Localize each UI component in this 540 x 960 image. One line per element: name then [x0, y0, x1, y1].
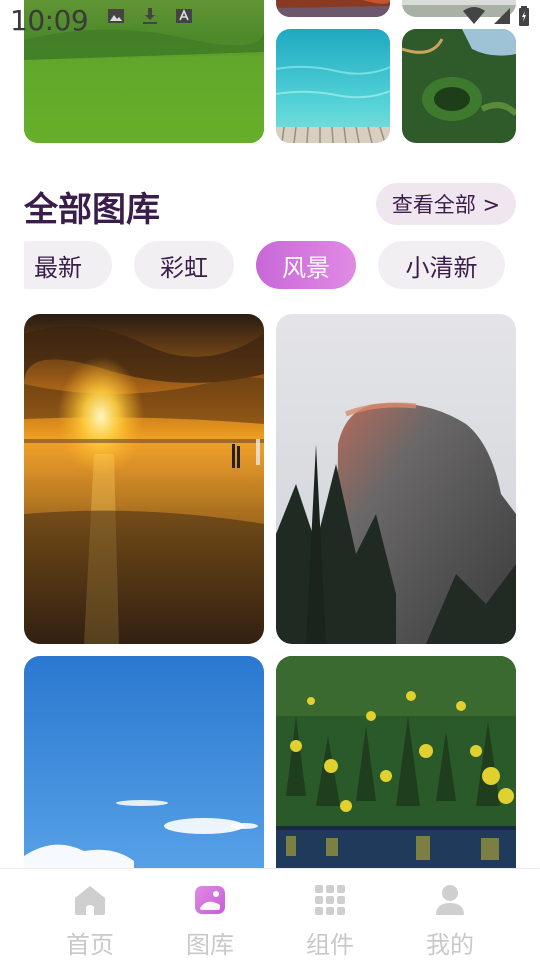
gallery-photo-sunset-beach[interactable]	[24, 314, 264, 644]
nav-components[interactable]: 组件	[270, 869, 390, 960]
nav-home[interactable]: 首页	[30, 869, 150, 960]
download-icon	[140, 6, 160, 26]
status-time: 10:09	[10, 4, 89, 37]
photo-tile-crater[interactable]	[402, 29, 516, 143]
tab-latest[interactable]: 最新	[24, 241, 112, 289]
home-icon	[73, 883, 107, 917]
user-icon	[433, 883, 467, 917]
view-all-button[interactable]: 查看全部 >	[376, 183, 516, 225]
nav-home-label: 首页	[66, 931, 114, 959]
tab-rainbow[interactable]: 彩虹	[134, 241, 234, 289]
nav-profile-label: 我的	[426, 931, 474, 959]
category-tabs: 最新 彩虹 风景 小清新	[24, 241, 516, 291]
section-title: 全部图库	[24, 190, 160, 230]
font-icon	[174, 6, 194, 26]
gallery-icon	[193, 883, 227, 917]
status-bar: 10:09	[0, 0, 540, 40]
signal-icon	[492, 6, 512, 26]
nav-profile[interactable]: 我的	[390, 869, 510, 960]
wifi-icon	[462, 6, 486, 26]
nav-components-label: 组件	[306, 931, 354, 959]
gallery-photo-blue-sky[interactable]	[24, 656, 264, 886]
nav-gallery-label: 图库	[186, 931, 234, 959]
grid-icon	[313, 883, 347, 917]
bottom-nav: 首页 图库 组件 我的	[0, 868, 540, 960]
tab-scenery[interactable]: 风景	[256, 241, 356, 289]
photo-tile-sea[interactable]	[276, 29, 390, 143]
image-icon	[106, 6, 126, 26]
gallery-photo-granite-mountain[interactable]	[276, 314, 516, 644]
tab-fresh[interactable]: 小清新	[378, 241, 505, 289]
nav-gallery[interactable]: 图库	[150, 869, 270, 960]
battery-icon	[518, 6, 530, 26]
gallery-photo-forest-lake[interactable]	[276, 656, 516, 886]
